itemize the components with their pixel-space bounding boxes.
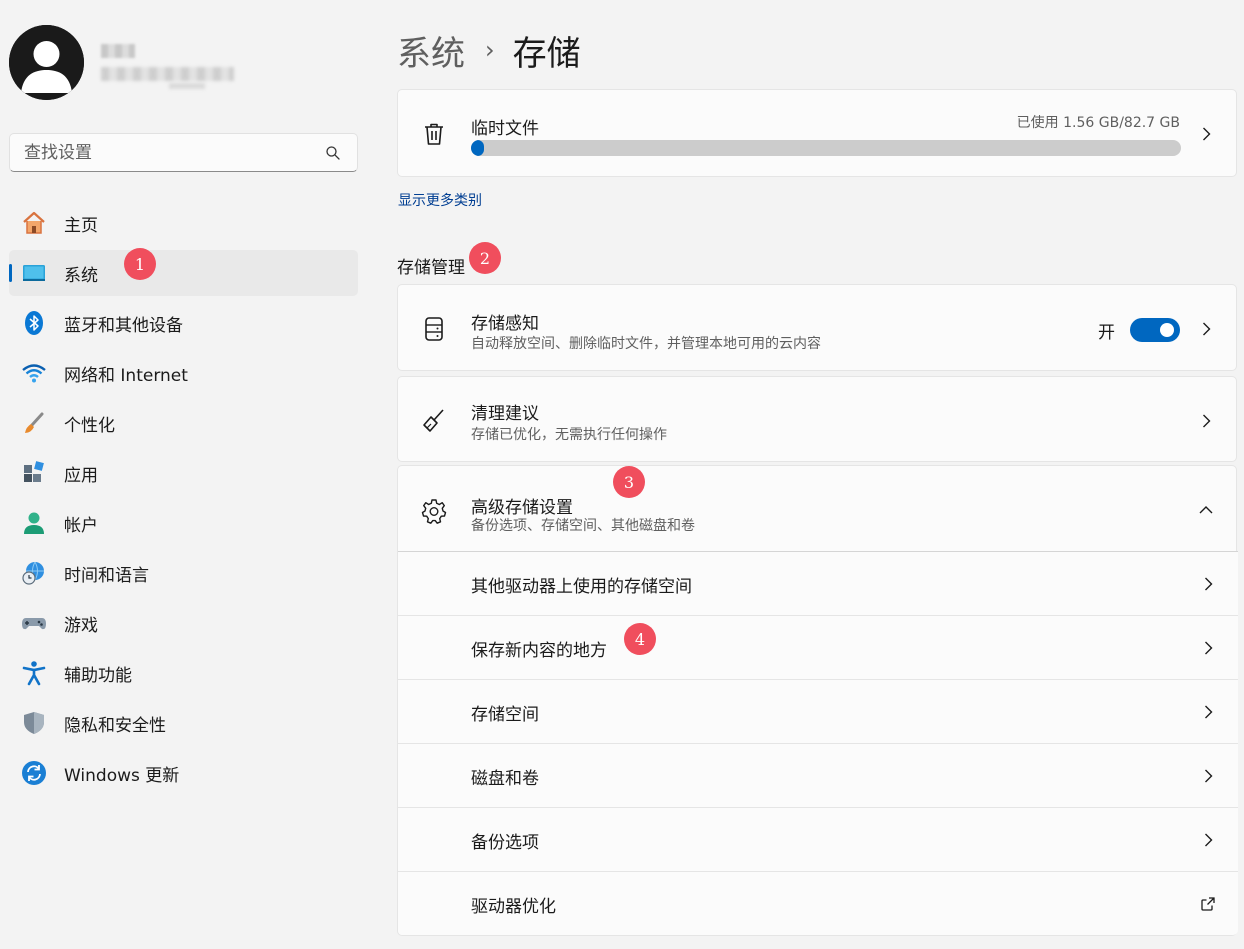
user-email-blurred-tail [169, 83, 205, 89]
breadcrumb: 系统 › 存储 [397, 26, 581, 74]
sub-item-label: 备份选项 [471, 833, 539, 853]
search-icon[interactable] [325, 145, 341, 161]
sub-item-label: 存储空间 [471, 705, 539, 725]
temp-files-usage-bar-fill [471, 140, 485, 156]
user-name-blurred [101, 44, 135, 58]
trash-icon [420, 120, 448, 148]
brush-icon [21, 410, 47, 436]
storage-sense-card[interactable]: 存储感知 自动释放空间、删除临时文件，并管理本地可用的云内容 开 [397, 284, 1237, 371]
sidebar-item-label: 主页 [64, 215, 98, 236]
storage-sense-toggle-group: 开 [1098, 317, 1180, 343]
chevron-right-icon[interactable] [1198, 413, 1214, 429]
advanced-storage-settings-card: 高级存储设置 备份选项、存储空间、其他磁盘和卷 其他驱动器上使用的存储空间 保存… [397, 465, 1238, 936]
sidebar-item-system[interactable]: 系统 [9, 250, 358, 296]
user-profile[interactable] [9, 25, 369, 101]
page-title: 存储 [512, 33, 581, 74]
gamepad-icon [21, 610, 47, 636]
account-icon [21, 510, 47, 536]
chevron-right-icon[interactable] [1200, 832, 1216, 848]
temp-files-card[interactable]: 临时文件 已使用 1.56 GB/82.7 GB [397, 89, 1237, 177]
cleanup-recommendations-card[interactable]: 清理建议 存储已优化，无需执行任何操作 [397, 376, 1237, 462]
sidebar-item-network[interactable]: 网络和 Internet [9, 350, 358, 396]
windows-update-icon [21, 760, 47, 786]
temp-files-title: 临时文件 [471, 119, 539, 139]
apps-icon [21, 460, 47, 486]
chevron-right-icon[interactable] [1200, 640, 1216, 656]
cleanup-subtitle: 存储已优化，无需执行任何操作 [471, 427, 667, 443]
avatar-person-icon [9, 25, 84, 100]
sidebar-item-label: 应用 [64, 465, 98, 486]
sub-item-label: 驱动器优化 [471, 897, 556, 917]
temp-files-usage-bar [471, 140, 1181, 156]
sub-item-label: 其他驱动器上使用的存储空间 [471, 577, 692, 597]
sub-item-disks-volumes[interactable]: 磁盘和卷 [398, 743, 1238, 807]
sub-item-storage-spaces[interactable]: 存储空间 [398, 679, 1238, 743]
system-display-icon [21, 260, 47, 286]
sidebar-item-label: 个性化 [64, 415, 115, 436]
storage-drive-icon [420, 315, 448, 343]
show-more-categories-link[interactable]: 显示更多类别 [398, 190, 482, 210]
sidebar-item-apps[interactable]: 应用 [9, 450, 358, 496]
sidebar-item-gaming[interactable]: 游戏 [9, 600, 358, 646]
storage-sense-toggle-label: 开 [1098, 322, 1115, 343]
globe-clock-icon [21, 560, 47, 586]
breadcrumb-parent[interactable]: 系统 [397, 26, 465, 75]
chevron-right-icon[interactable] [1198, 126, 1214, 142]
sidebar-item-label: 辅助功能 [64, 665, 132, 686]
cleanup-title: 清理建议 [471, 404, 539, 424]
annotation-badge-4: 4 [624, 623, 656, 655]
accessibility-icon [21, 660, 47, 686]
sub-item-label: 保存新内容的地方 [471, 641, 607, 661]
user-email-blurred [101, 67, 234, 81]
sidebar-item-windows-update[interactable]: Windows 更新 [9, 750, 358, 796]
sidebar-item-label: 帐户 [64, 515, 98, 536]
sidebar-nav: 主页 系统 蓝牙和其他设备 网络和 Internet 个性化 应用 帐户 时间和… [9, 200, 358, 800]
sidebar-item-personalization[interactable]: 个性化 [9, 400, 358, 446]
sidebar-item-accounts[interactable]: 帐户 [9, 500, 358, 546]
chevron-right-icon[interactable] [1200, 576, 1216, 592]
bluetooth-icon [21, 310, 47, 336]
annotation-badge-1: 1 [124, 248, 156, 280]
storage-sense-title: 存储感知 [471, 314, 539, 334]
search-input[interactable] [10, 134, 310, 171]
sub-item-where-new-content-saved[interactable]: 保存新内容的地方 [398, 615, 1238, 679]
sub-item-label: 磁盘和卷 [471, 769, 539, 789]
active-indicator [9, 264, 12, 282]
avatar[interactable] [9, 25, 84, 100]
broom-icon [420, 407, 448, 435]
chevron-right-icon[interactable] [1200, 768, 1216, 784]
sidebar-item-home[interactable]: 主页 [9, 200, 358, 246]
sidebar-item-label: 网络和 Internet [64, 365, 188, 386]
temp-files-usage: 已使用 1.56 GB/82.7 GB [1016, 115, 1180, 131]
sidebar-item-label: 系统 [64, 265, 98, 286]
sidebar-item-bluetooth[interactable]: 蓝牙和其他设备 [9, 300, 358, 346]
sidebar-item-label: Windows 更新 [64, 765, 180, 786]
sidebar-item-accessibility[interactable]: 辅助功能 [9, 650, 358, 696]
chevron-right-icon[interactable] [1200, 704, 1216, 720]
toggle-knob [1160, 323, 1174, 337]
annotation-badge-3: 3 [613, 466, 645, 498]
storage-management-heading: 存储管理 [397, 258, 465, 278]
search-box[interactable] [9, 133, 358, 172]
sidebar-item-label: 隐私和安全性 [64, 715, 166, 736]
sidebar-item-label: 蓝牙和其他设备 [64, 315, 183, 336]
storage-sense-toggle[interactable] [1130, 318, 1180, 342]
sidebar: 主页 系统 蓝牙和其他设备 网络和 Internet 个性化 [0, 0, 372, 949]
sidebar-item-label: 游戏 [64, 615, 98, 636]
annotation-badge-2: 2 [469, 242, 501, 274]
breadcrumb-separator-icon: › [485, 36, 495, 64]
sidebar-item-privacy[interactable]: 隐私和安全性 [9, 700, 358, 746]
sub-item-storage-used-other-drives[interactable]: 其他驱动器上使用的存储空间 [398, 551, 1238, 615]
sidebar-item-label: 时间和语言 [64, 565, 149, 586]
sub-item-backup-options[interactable]: 备份选项 [398, 807, 1238, 871]
chevron-right-icon[interactable] [1198, 321, 1214, 337]
shield-icon [21, 710, 47, 736]
home-icon [21, 210, 47, 236]
advanced-storage-sub-items: 其他驱动器上使用的存储空间 保存新内容的地方 存储空间 磁盘和卷 备份选项 驱动… [398, 466, 1238, 935]
sub-item-drive-optimization[interactable]: 驱动器优化 [398, 871, 1238, 935]
wifi-icon [21, 360, 47, 386]
sidebar-item-time-language[interactable]: 时间和语言 [9, 550, 358, 596]
external-link-icon[interactable] [1200, 896, 1216, 912]
storage-sense-subtitle: 自动释放空间、删除临时文件，并管理本地可用的云内容 [471, 336, 821, 352]
